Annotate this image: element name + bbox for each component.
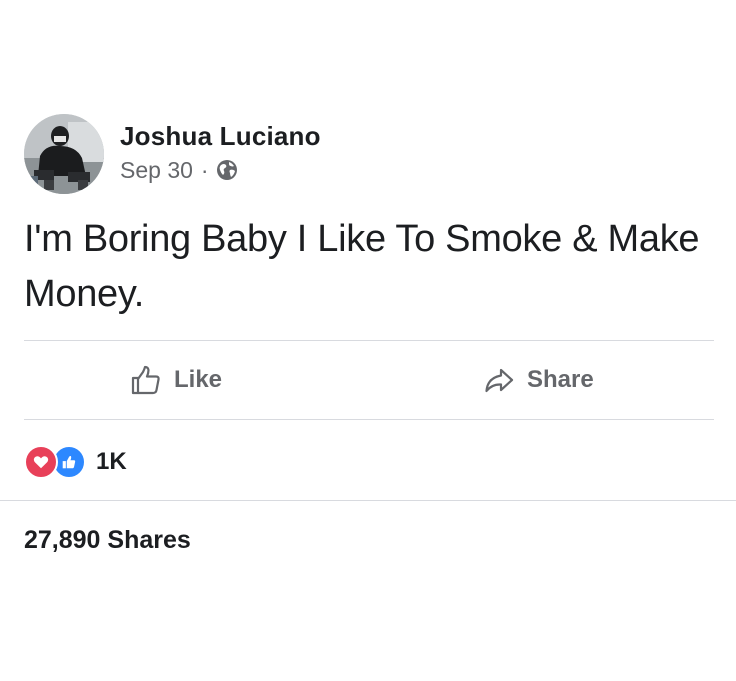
thumbs-up-icon	[131, 365, 160, 395]
share-arrow-icon	[485, 368, 514, 393]
facebook-post: Joshua Luciano Sep 30 · I'm Boring Baby …	[0, 0, 736, 681]
separator-dot: ·	[200, 157, 209, 183]
author-name[interactable]: Joshua Luciano	[120, 120, 321, 152]
avatar[interactable]	[24, 114, 104, 194]
like-label: Like	[174, 366, 223, 393]
reaction-count: 1K	[96, 448, 127, 475]
post-actions: Like Share	[24, 341, 714, 419]
post-subline: Sep 30 ·	[120, 156, 321, 184]
share-button[interactable]: Share	[361, 341, 714, 419]
divider	[0, 500, 736, 501]
post-header: Joshua Luciano Sep 30 ·	[24, 114, 321, 194]
like-button[interactable]: Like	[24, 341, 361, 419]
post-meta: Joshua Luciano Sep 30 ·	[120, 120, 321, 184]
post-text: I'm Boring Baby I Like To Smoke & Make M…	[24, 218, 700, 315]
love-icon	[24, 445, 58, 479]
post-date[interactable]: Sep 30	[120, 156, 193, 184]
share-count[interactable]: 27,890 Shares	[24, 526, 191, 555]
globe-icon	[215, 158, 239, 182]
avatar-photo	[24, 114, 104, 194]
reactions-summary[interactable]: 1K	[24, 444, 127, 480]
divider	[24, 419, 714, 420]
reaction-icons	[24, 445, 86, 479]
share-label: Share	[527, 366, 594, 393]
